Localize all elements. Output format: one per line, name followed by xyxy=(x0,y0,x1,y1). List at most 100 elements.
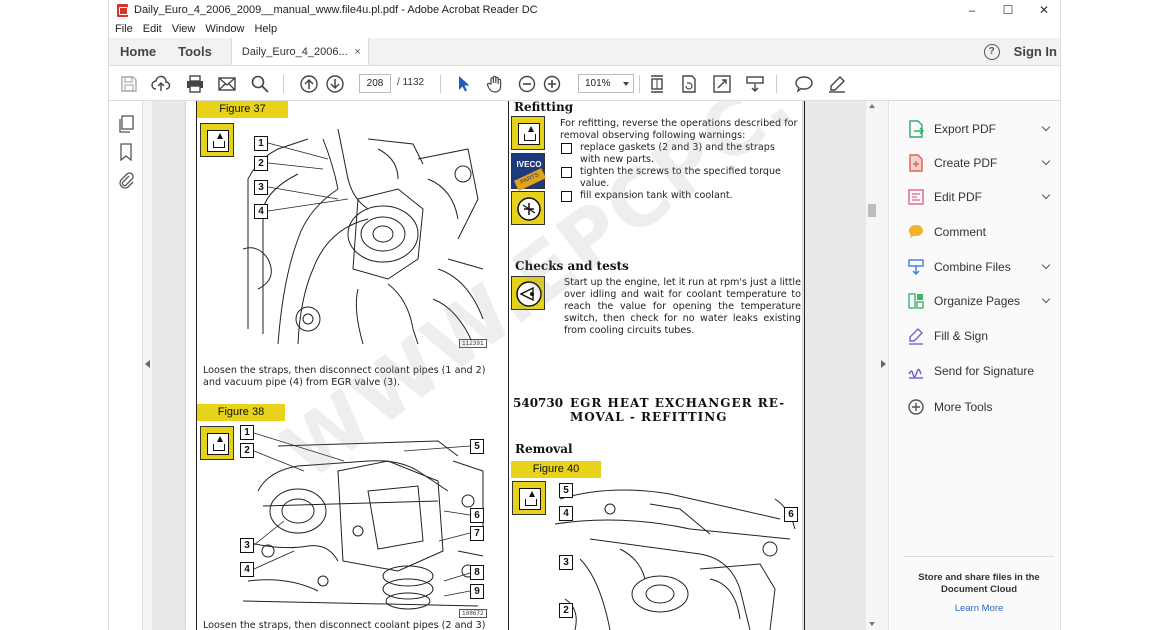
save-icon[interactable] xyxy=(119,74,139,94)
tools-pane: Export PDF Create PDF Edit PDF Comment C… xyxy=(890,101,1060,630)
create-pdf-icon xyxy=(909,154,923,172)
section-code: 540730 xyxy=(513,396,564,410)
attachment-icon[interactable] xyxy=(117,171,135,189)
tool-label: Send for Signature xyxy=(934,364,1035,378)
close-window-button[interactable]: ✕ xyxy=(1026,0,1060,20)
email-icon[interactable] xyxy=(217,74,237,94)
refitting-bullet-3: fill expansion tank with coolant. xyxy=(561,190,798,202)
toolbar-separator xyxy=(776,75,777,93)
menu-help[interactable]: Help xyxy=(254,23,277,35)
previous-page-icon[interactable] xyxy=(299,74,319,94)
removal-manual-icon xyxy=(200,426,234,460)
tab-tools[interactable]: Tools xyxy=(167,38,223,65)
tab-home[interactable]: Home xyxy=(109,38,167,65)
page-total: / 1132 xyxy=(397,77,425,88)
page-border-right xyxy=(804,101,805,630)
removal-heading: Removal xyxy=(515,442,573,456)
page-column-divider xyxy=(508,101,509,630)
refitting-intro: For refitting, reverse the operations de… xyxy=(560,118,798,141)
page-number-input[interactable]: 208 xyxy=(359,74,391,93)
tool-create-pdf[interactable]: Create PDF xyxy=(907,152,1055,174)
learn-more-link[interactable]: Learn More xyxy=(904,603,1054,614)
bookmark-icon[interactable] xyxy=(117,143,135,162)
highlight-pen-icon[interactable] xyxy=(827,74,847,94)
iveco-parts-icon: IVECO PARTS xyxy=(511,153,546,191)
chevron-down-icon[interactable] xyxy=(1041,260,1051,270)
tool-label: More Tools xyxy=(934,400,993,414)
removal-manual-icon xyxy=(512,481,546,515)
comment-tool-icon[interactable] xyxy=(794,74,814,94)
scroll-down-icon[interactable] xyxy=(869,622,875,626)
print-icon[interactable] xyxy=(185,74,205,94)
chevron-down-icon[interactable] xyxy=(1041,294,1051,304)
tool-comment[interactable]: Comment xyxy=(907,221,1055,243)
refitting-heading: Refitting xyxy=(514,101,574,114)
comment-icon xyxy=(909,225,923,238)
callout-4: 4 xyxy=(254,204,268,219)
callout-5: 5 xyxy=(559,483,573,498)
scroll-up-icon[interactable] xyxy=(869,104,875,108)
maximize-button[interactable]: ☐ xyxy=(990,0,1026,20)
callout-2: 2 xyxy=(240,443,254,458)
full-screen-icon[interactable] xyxy=(712,74,732,94)
callout-3: 3 xyxy=(559,555,573,570)
fill-sign-icon xyxy=(909,328,923,345)
tool-label: Comment xyxy=(934,225,987,239)
upload-cloud-icon[interactable] xyxy=(151,74,171,94)
refitting-bullet-2: tighten the screws to the specified torq… xyxy=(561,166,798,190)
callout-6: 6 xyxy=(784,507,798,522)
fit-page-icon[interactable] xyxy=(647,74,667,94)
select-cursor-icon[interactable] xyxy=(453,74,473,94)
read-mode-icon[interactable] xyxy=(745,74,765,94)
menu-window[interactable]: Window xyxy=(205,23,244,35)
hand-tool-icon[interactable] xyxy=(485,74,505,94)
document-viewport[interactable]: Figure 37 1 2 3 4 112391 Loosen the stra… xyxy=(153,101,865,630)
zoom-in-icon[interactable] xyxy=(542,74,562,94)
next-page-icon[interactable] xyxy=(325,74,345,94)
tab-bar: Home Tools Daily_Euro_4_2006... × ? Sign… xyxy=(109,38,1060,66)
sign-in-button[interactable]: Sign In xyxy=(1014,44,1057,59)
tool-edit-pdf[interactable]: Edit PDF xyxy=(907,186,1055,208)
close-tab-icon[interactable]: × xyxy=(354,38,360,66)
tool-send-signature[interactable]: Send for Signature xyxy=(907,360,1055,382)
right-pane-toggle[interactable] xyxy=(878,101,889,630)
checks-tests-text: Start up the engine, let it run at rpm's… xyxy=(564,277,801,336)
callout-2: 2 xyxy=(254,156,268,171)
tool-export-pdf[interactable]: Export PDF xyxy=(907,118,1055,140)
rotate-icon[interactable] xyxy=(679,74,699,94)
zoom-out-icon[interactable] xyxy=(517,74,537,94)
menu-edit[interactable]: Edit xyxy=(143,23,162,35)
tab-document[interactable]: Daily_Euro_4_2006... × xyxy=(230,38,369,66)
minimize-button[interactable]: – xyxy=(954,0,990,20)
figure-37-leader-lines xyxy=(268,142,349,212)
vertical-scrollbar[interactable] xyxy=(865,101,878,630)
chevron-down-icon[interactable] xyxy=(1041,122,1051,132)
tool-combine-files[interactable]: Combine Files xyxy=(907,256,1055,278)
menu-file[interactable]: File xyxy=(115,23,133,35)
account-area: ? Sign In xyxy=(983,38,1060,65)
tool-fill-sign[interactable]: Fill & Sign xyxy=(907,325,1055,347)
chevron-down-icon[interactable] xyxy=(1041,156,1051,166)
help-icon[interactable]: ? xyxy=(983,43,1000,60)
pdf-page: Figure 37 1 2 3 4 112391 Loosen the stra… xyxy=(186,101,865,630)
parts-label: PARTS xyxy=(514,168,546,191)
refitting-manual-icon xyxy=(511,116,545,150)
tool-organize-pages[interactable]: Organize Pages xyxy=(907,290,1055,312)
tool-label: Create PDF xyxy=(934,156,998,170)
scroll-thumb[interactable] xyxy=(868,204,876,217)
tool-label: Organize Pages xyxy=(934,294,1021,308)
checks-tests-heading: Checks and tests xyxy=(515,259,629,273)
edit-pdf-icon xyxy=(908,189,924,205)
left-pane-toggle[interactable] xyxy=(143,101,153,630)
figure-40-label: Figure 40 xyxy=(511,461,601,478)
tool-more-tools[interactable]: More Tools xyxy=(907,396,1055,418)
page-thumbnails-icon[interactable] xyxy=(117,115,135,133)
chevron-down-icon[interactable] xyxy=(1041,190,1051,200)
callout-1: 1 xyxy=(240,425,254,440)
toolbar-separator xyxy=(440,75,441,93)
search-icon[interactable] xyxy=(250,74,270,94)
zoom-select[interactable]: 101% xyxy=(578,74,634,93)
menu-view[interactable]: View xyxy=(172,23,196,35)
tool-label: Combine Files xyxy=(934,260,1011,274)
tool-label: Fill & Sign xyxy=(934,329,989,343)
